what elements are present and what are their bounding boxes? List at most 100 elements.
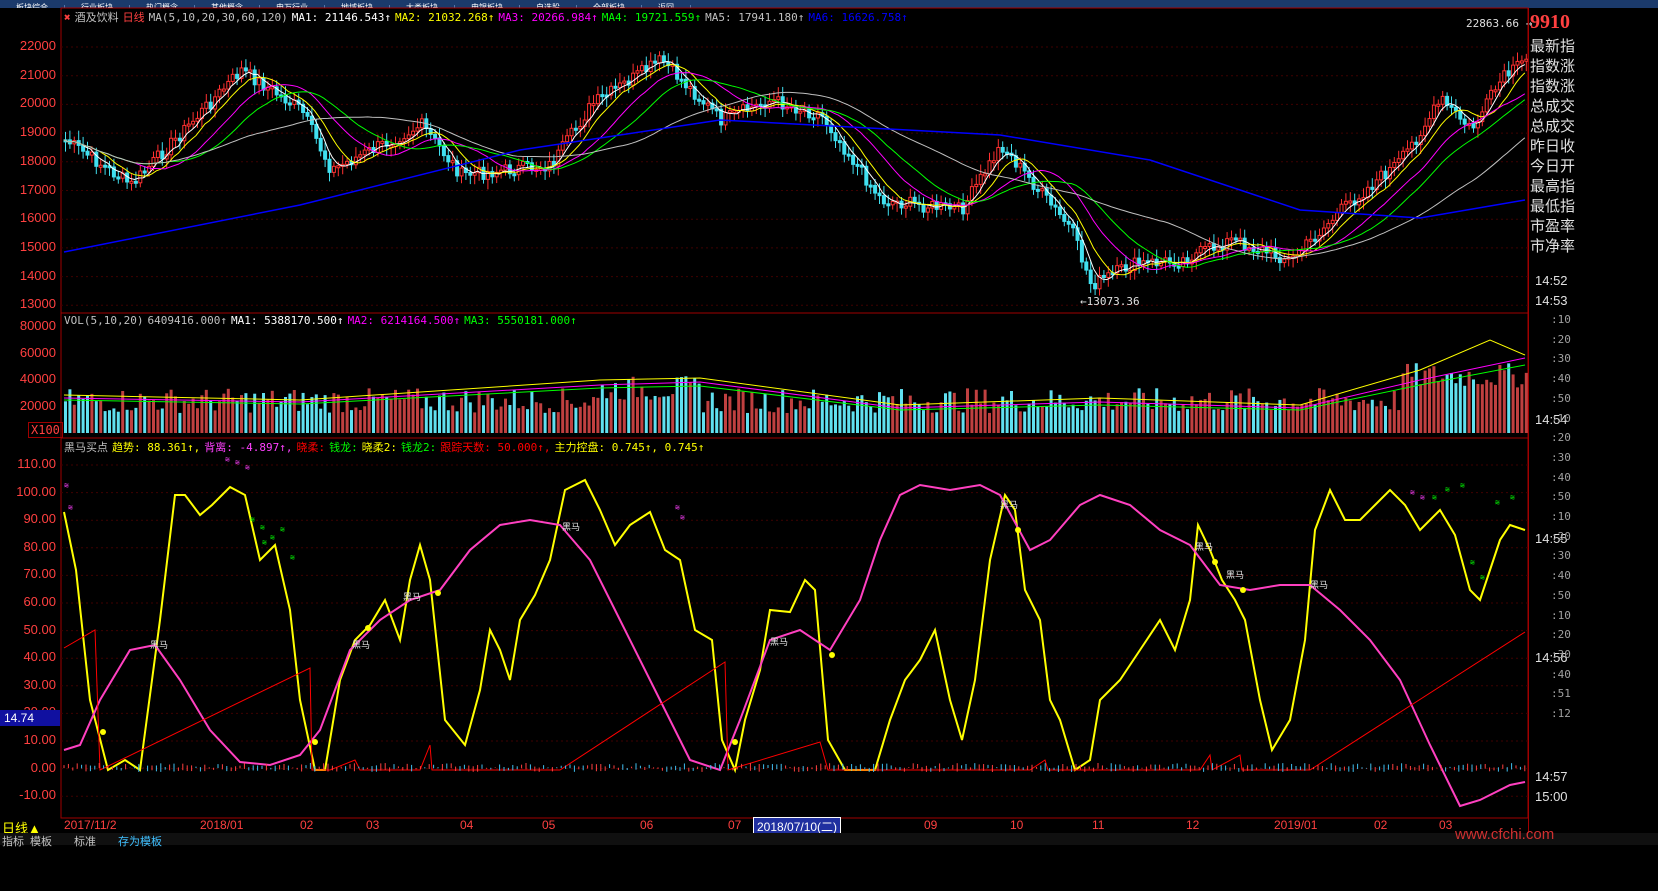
volume-bar: [574, 407, 578, 433]
ind-title: 黑马买点: [64, 441, 108, 454]
candle-body: [336, 165, 341, 169]
candle-body: [1079, 239, 1084, 263]
xiaorou-marker: ≋: [1410, 488, 1415, 497]
tracking-days-line: [63, 629, 1526, 771]
candle-body: [631, 72, 636, 86]
volume-bar: [147, 400, 151, 433]
main-period[interactable]: 日线: [123, 11, 145, 24]
volume-bar: [649, 399, 653, 433]
candle-body: [1453, 106, 1458, 112]
candle-body: [921, 203, 926, 213]
candle-body: [1343, 200, 1348, 205]
volume-bar: [1159, 400, 1163, 433]
volume-bar: [543, 412, 547, 433]
ind-axis-label-7: 40.00: [23, 649, 56, 665]
candle-body: [1313, 238, 1318, 242]
volume-bar: [565, 400, 569, 433]
candle-body: [1471, 123, 1476, 129]
candle-body: [1057, 206, 1062, 216]
volume-bar: [1256, 401, 1260, 433]
vol-legend-item-1: MA2: 6214164.500↑: [347, 314, 461, 327]
volume-bar: [807, 408, 811, 433]
ind-axis-label-5: 60.00: [23, 594, 56, 609]
volume-bar: [526, 409, 529, 433]
bottom-tab-3[interactable]: 存为模板: [118, 833, 162, 849]
candle-body: [327, 158, 332, 173]
volume-bar: [1467, 371, 1471, 433]
volume-bar: [1212, 409, 1216, 433]
candle-body: [595, 94, 600, 105]
volume-bar: [358, 410, 362, 433]
volume-bar: [1080, 410, 1084, 433]
volume-bar: [306, 404, 309, 433]
volume-bar: [196, 408, 199, 433]
volume-bar: [754, 408, 758, 433]
volume-bar: [1128, 403, 1132, 433]
bottom-tab-0[interactable]: 指标: [2, 833, 24, 849]
candle-body: [1409, 141, 1414, 150]
volume-bar: [372, 396, 375, 433]
candle-body: [617, 82, 622, 89]
volume-bar: [706, 400, 710, 433]
candle-body: [705, 102, 710, 106]
candle-body: [613, 85, 618, 89]
volume-bar: [1300, 404, 1304, 433]
volume-bar: [429, 406, 433, 433]
candle-body: [147, 165, 152, 173]
volume-bar: [1036, 406, 1040, 433]
volume-bar: [970, 404, 974, 433]
volume-bar: [1410, 376, 1414, 433]
candle-body: [138, 170, 143, 184]
candle-body: [723, 112, 728, 126]
candle-body: [248, 69, 253, 73]
volume-bar: [552, 412, 556, 433]
volume-bar: [891, 396, 895, 433]
x-axis-label-6: 06: [640, 818, 654, 832]
volume-bar: [710, 392, 714, 433]
volume-bar: [1098, 397, 1101, 433]
volume-bar: [684, 376, 688, 433]
candle-body: [912, 196, 917, 203]
candle-body: [305, 112, 310, 117]
volume-bar: [895, 404, 899, 433]
candle-body: [683, 78, 688, 89]
candle-body: [151, 156, 156, 167]
volume-bar: [1287, 409, 1291, 433]
volume-bar: [116, 411, 120, 433]
x-axis-label-8: 09: [924, 818, 938, 832]
volume-bar: [1458, 374, 1462, 433]
xiaorou-marker: ≋: [1420, 493, 1425, 502]
quote-row-5: 昨日收: [1530, 138, 1576, 155]
tick-row-7: :30: [1551, 450, 1571, 464]
volume-bar: [640, 386, 644, 433]
volume-bar: [517, 408, 521, 433]
volume-bar: [600, 384, 604, 433]
ind-legend-item-1: 背离: -4.897↑,: [204, 441, 293, 454]
candle-body: [877, 192, 882, 197]
xiaorou-marker: ≋: [235, 458, 240, 467]
volume-bar: [1414, 363, 1418, 433]
candle-body: [1040, 188, 1045, 192]
ind-axis-label-8: 30.00: [23, 676, 56, 692]
price-axis-label-8: 14000: [19, 267, 56, 283]
candle-body: [217, 88, 222, 98]
qianlong-marker: ≋: [1480, 573, 1485, 582]
volume-bar: [1520, 384, 1524, 433]
volume-bar: [539, 403, 543, 433]
candle-body: [345, 160, 350, 165]
tick-time-1: 14:53: [1535, 293, 1568, 308]
bottom-bar: 指标 模板 标准 存为模板: [0, 833, 1658, 848]
bottom-tab-1[interactable]: 模板: [30, 833, 52, 849]
volume-bar: [169, 389, 173, 433]
x-axis-label-5: 05: [542, 818, 556, 832]
candle-body: [1233, 237, 1238, 241]
bottom-tab-2[interactable]: 标准: [74, 833, 96, 849]
candle-body: [714, 108, 719, 112]
volume-bar: [1111, 409, 1115, 433]
volume-bar: [658, 397, 661, 433]
candle-body: [1449, 104, 1454, 108]
volume-bar: [81, 399, 85, 433]
candle-body: [195, 117, 200, 122]
volume-bar: [794, 409, 798, 433]
buy-point-dot: [365, 625, 371, 631]
